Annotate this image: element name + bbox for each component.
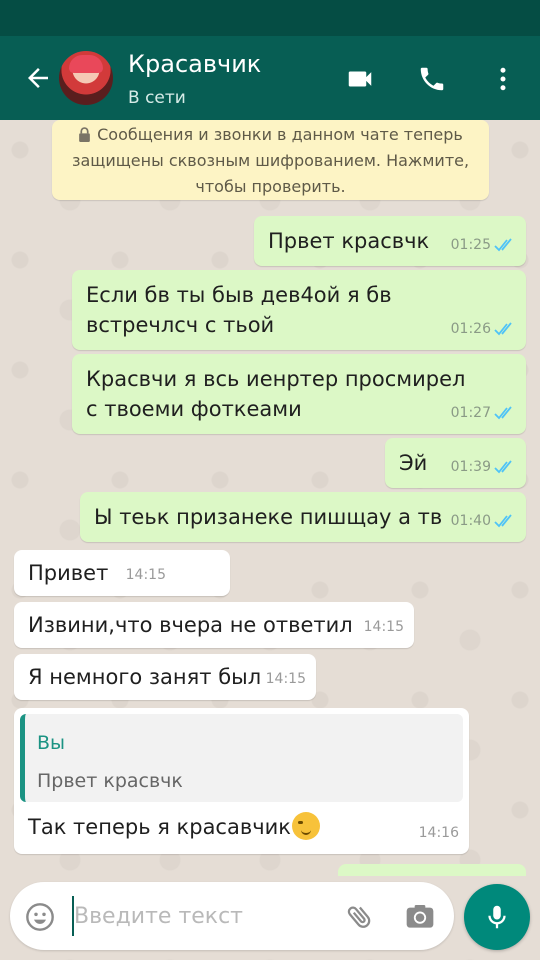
message-text: Я немного занят был — [28, 665, 262, 689]
mic-icon — [488, 905, 506, 929]
contact-status: В сети — [128, 88, 186, 108]
read-receipt-icon — [494, 238, 512, 252]
message-input[interactable] — [74, 896, 330, 936]
message-time: 14:15 — [363, 619, 404, 635]
message-text: Ы теьк призанеке пишщау а тв — [94, 505, 443, 529]
chat-area[interactable]: Сообщения и звонки в данном чате теперь … — [0, 120, 540, 960]
phone-call-icon[interactable] — [415, 62, 449, 96]
video-call-icon[interactable] — [343, 62, 377, 96]
message-time: 01:27 — [450, 405, 491, 421]
incoming-reply-message[interactable]: Вы Првет красвчк Так теперь я красавчик … — [14, 708, 469, 854]
encryption-notice[interactable]: Сообщения и звонки в данном чате теперь … — [52, 120, 489, 200]
lock-icon — [79, 127, 90, 142]
message-time: 01:40 — [450, 513, 491, 529]
message-text: Извини,что вчера не ответил — [28, 613, 353, 637]
message-text: Красвчи я всь иенртер просмирел с твоеми… — [86, 367, 466, 421]
attach-icon[interactable] — [342, 899, 378, 935]
encryption-notice-text: Сообщения и звонки в данном чате теперь … — [71, 125, 470, 196]
message-time: 01:25 — [450, 237, 491, 253]
message-time: 14:16 — [418, 825, 459, 841]
outgoing-message-partial — [338, 864, 526, 876]
chat-header: Красавчик В сети — [0, 36, 540, 120]
status-bar — [0, 0, 540, 36]
outgoing-message[interactable]: Эй 01:39 — [385, 438, 526, 488]
outgoing-message[interactable]: Если бв ты быв дев4ой я бв встречлсч с т… — [72, 270, 526, 350]
mic-button[interactable] — [464, 884, 530, 950]
contact-name[interactable]: Красавчик — [128, 50, 261, 78]
message-time: 14:15 — [265, 671, 306, 687]
read-receipt-icon — [494, 514, 512, 528]
read-receipt-icon — [494, 322, 512, 336]
more-options-icon[interactable] — [486, 62, 520, 96]
read-receipt-icon — [494, 460, 512, 474]
read-receipt-icon — [494, 406, 512, 420]
message-time: 01:26 — [450, 321, 491, 337]
message-composer — [10, 882, 454, 950]
smirk-emoji — [291, 812, 320, 840]
incoming-message[interactable]: Я немного занят был 14:15 — [14, 654, 316, 700]
camera-icon[interactable] — [402, 899, 438, 935]
message-text: Привет — [28, 561, 109, 585]
incoming-message[interactable]: Извини,что вчера не ответил 14:15 — [14, 602, 414, 648]
contact-avatar[interactable] — [59, 51, 113, 105]
quoted-text: Првет красвчк — [37, 770, 183, 792]
outgoing-message[interactable]: Красвчи я всь иенртер просмирел с твоеми… — [72, 354, 526, 434]
message-text: Првет красвчк — [268, 229, 430, 253]
back-arrow-icon[interactable] — [20, 60, 56, 96]
message-text: Так теперь я красавчик — [28, 815, 291, 839]
incoming-message[interactable]: Привет 14:15 — [14, 550, 230, 596]
emoji-icon[interactable] — [22, 899, 58, 935]
quoted-author: Вы — [37, 732, 66, 754]
quoted-message[interactable]: Вы Првет красвчк — [20, 714, 463, 802]
message-time: 14:15 — [125, 567, 166, 583]
message-time: 01:39 — [450, 459, 491, 475]
outgoing-message[interactable]: Ы теьк призанеке пишщау а тв 01:40 — [80, 492, 526, 542]
outgoing-message[interactable]: Првет красвчк 01:25 — [254, 216, 526, 266]
message-text: Эй — [399, 451, 428, 475]
message-text: Если бв ты быв дев4ой я бв встречлсч с т… — [86, 283, 392, 337]
